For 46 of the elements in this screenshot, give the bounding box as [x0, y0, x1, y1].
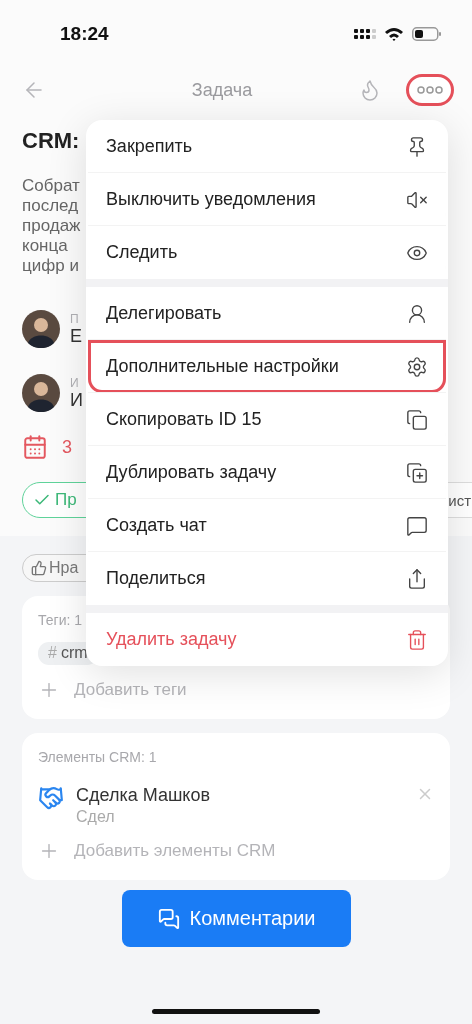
menu-item[interactable]: Делегировать	[88, 287, 446, 340]
settings-icon	[406, 355, 428, 378]
menu-item[interactable]: Выключить уведомления	[88, 173, 446, 226]
menu-item[interactable]: Закрепить	[88, 120, 446, 173]
calendar-icon	[22, 434, 48, 460]
trash-icon	[406, 628, 428, 651]
wifi-icon	[384, 27, 404, 41]
description-line: послед	[22, 196, 79, 216]
person-name: Е	[70, 325, 82, 347]
handshake-icon	[38, 785, 64, 811]
description-line: конца	[22, 236, 68, 256]
copy-icon	[406, 408, 428, 431]
card-title: Теги: 1	[38, 612, 84, 628]
signal-icon	[354, 27, 376, 41]
chat-bubble-icon	[406, 514, 428, 537]
person-name: И	[70, 389, 83, 411]
deal-name[interactable]: Сделка Машков	[76, 785, 404, 806]
screen-title: Задача	[190, 79, 254, 101]
description-line: продаж	[22, 216, 81, 236]
tag-label: crm	[60, 644, 88, 662]
menu-item[interactable]: Создать чат	[88, 499, 446, 552]
menu-item[interactable]: Дублировать задачу	[88, 446, 446, 499]
status-time: 18:24	[60, 23, 109, 45]
menu-item[interactable]: Следить	[88, 226, 446, 279]
deal-type: Сдел	[76, 808, 116, 826]
description-line: цифр и	[22, 256, 79, 276]
battery-icon	[412, 27, 442, 41]
thumbs-up-icon	[31, 560, 47, 576]
avatar	[22, 374, 60, 412]
task-title: CRM:	[22, 128, 80, 154]
description-line: Собрат	[22, 176, 80, 196]
person-role: П	[70, 311, 80, 326]
menu-item[interactable]: Дополнительные настройки	[88, 340, 446, 393]
more-button[interactable]	[406, 74, 454, 106]
comments-button[interactable]: Комментарии	[122, 890, 351, 947]
person-icon	[406, 302, 428, 325]
avatar	[22, 310, 60, 348]
more-icon	[417, 86, 443, 94]
chat-bubbles-icon	[157, 907, 180, 930]
deadline-date[interactable]: 3	[62, 436, 72, 458]
menu-item[interactable]: Скопировать ID 15	[88, 393, 446, 446]
person-role: И	[70, 375, 80, 390]
card-title: Элементы CRM: 1	[38, 749, 158, 765]
hash-sign: #	[48, 644, 57, 662]
duplicate-icon	[406, 461, 428, 484]
share-icon	[406, 567, 428, 590]
